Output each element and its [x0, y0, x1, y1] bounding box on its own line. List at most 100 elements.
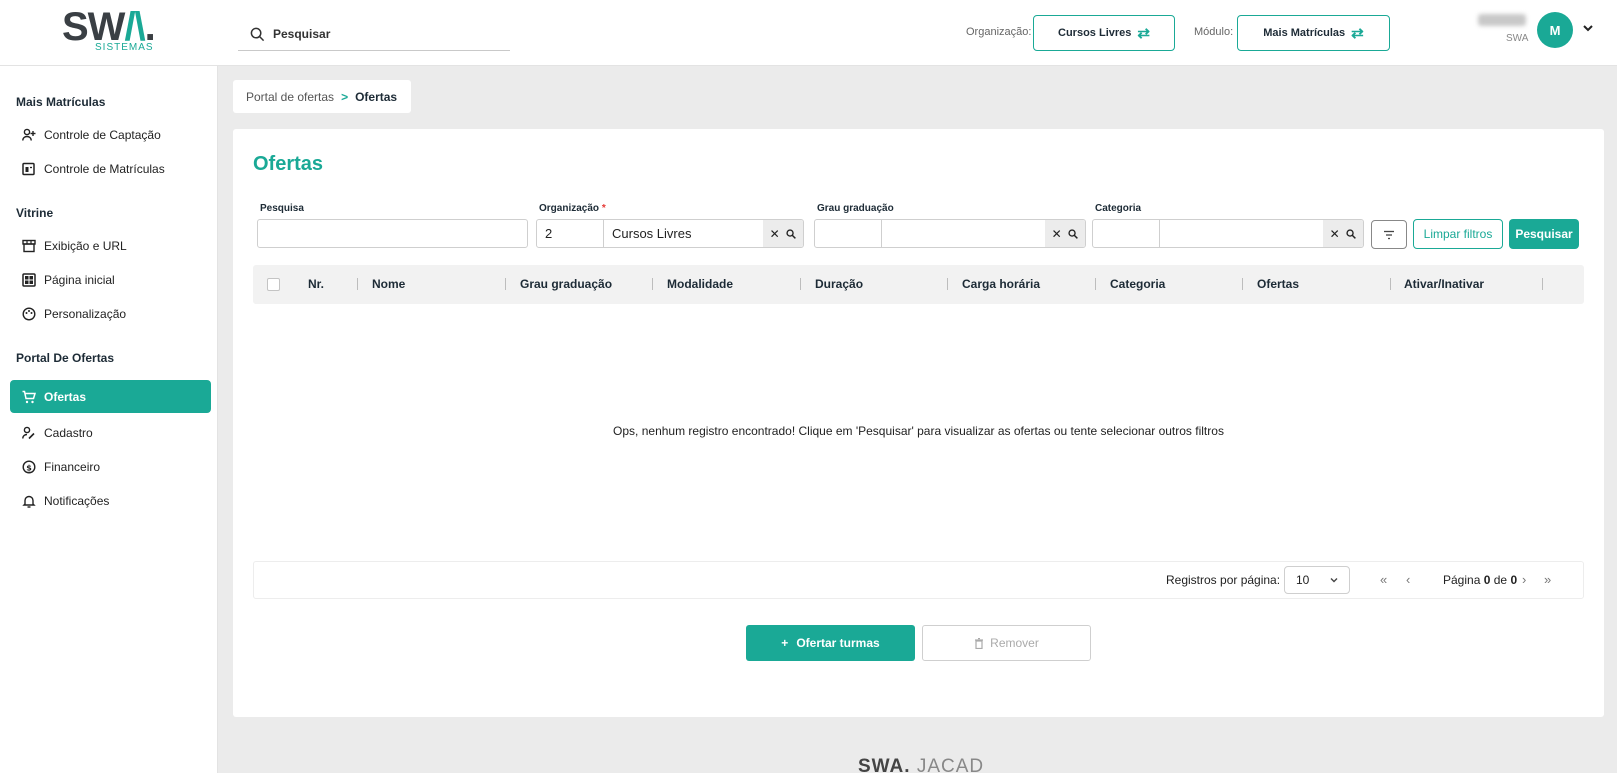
filter-icon	[1384, 230, 1394, 239]
bell-icon	[10, 494, 44, 508]
column-divider	[652, 278, 653, 290]
column-header-modalidade[interactable]: Modalidade	[667, 277, 733, 291]
clear-icon[interactable]: ✕	[1052, 227, 1062, 241]
search-input[interactable]	[273, 27, 493, 41]
search-icon[interactable]	[786, 228, 797, 239]
categoria-code-field[interactable]	[1093, 220, 1160, 247]
section-title-mais-matriculas: Mais Matrículas	[16, 95, 106, 109]
user-avatar[interactable]: M	[1537, 12, 1573, 48]
sidebar-item-pagina-inicial[interactable]: Página inicial	[10, 263, 211, 296]
column-header-nome[interactable]: Nome	[372, 277, 405, 291]
column-divider	[1095, 278, 1096, 290]
chevron-down-icon	[1330, 578, 1338, 583]
column-header-grau[interactable]: Grau graduação	[520, 277, 612, 291]
column-header-carga-horaria[interactable]: Carga horária	[962, 277, 1040, 291]
offer-classes-button[interactable]: + Ofertar turmas	[746, 625, 915, 661]
sidebar-item-label: Cadastro	[44, 425, 93, 440]
swap-icon: ⇄	[1351, 25, 1364, 42]
clear-icon[interactable]: ✕	[770, 227, 780, 241]
column-divider	[1390, 278, 1391, 290]
main-card: Ofertas Pesquisa Organização * 2 Cursos …	[233, 129, 1604, 717]
search-icon[interactable]	[1346, 228, 1357, 239]
organization-name-field[interactable]: Cursos Livres	[604, 220, 763, 247]
advanced-filter-button[interactable]	[1371, 220, 1407, 249]
categoria-lookup[interactable]: ✕	[1092, 219, 1364, 248]
dollar-circle-icon: $	[10, 459, 44, 474]
column-divider	[1242, 278, 1243, 290]
user-organization: SWA	[1506, 33, 1529, 44]
sidebar-item-notificacoes[interactable]: Notificações	[10, 484, 211, 517]
logo-text: SW/\.	[62, 5, 156, 49]
global-search[interactable]	[238, 18, 510, 51]
sidebar-item-financeiro[interactable]: $ Financeiro	[10, 450, 211, 483]
plus-icon: +	[781, 636, 789, 650]
section-title-portal-ofertas: Portal De Ofertas	[16, 351, 115, 365]
per-page-value: 10	[1296, 573, 1310, 587]
grau-filter-label: Grau graduação	[817, 203, 894, 214]
search-filter-input[interactable]	[257, 219, 528, 248]
search-icon[interactable]	[1068, 228, 1079, 239]
user-plus-icon	[10, 128, 44, 142]
organization-filter-label: Organização *	[539, 203, 606, 214]
organization-code-field[interactable]: 2	[537, 220, 604, 247]
sidebar-item-label: Página inicial	[44, 272, 115, 287]
grid-icon	[10, 272, 44, 287]
first-page-icon[interactable]: «	[1380, 572, 1387, 587]
last-page-icon[interactable]: »	[1544, 572, 1551, 587]
search-button[interactable]: Pesquisar	[1509, 219, 1579, 249]
total-pages: 0	[1510, 573, 1518, 587]
column-divider	[505, 278, 506, 290]
required-mark: *	[601, 203, 606, 214]
column-header-categoria[interactable]: Categoria	[1110, 277, 1165, 291]
next-page-icon[interactable]: ›	[1522, 572, 1526, 587]
organization-lookup[interactable]: 2 Cursos Livres ✕	[536, 219, 804, 248]
grau-name-field[interactable]	[882, 220, 1045, 247]
remove-button[interactable]: Remover	[922, 625, 1091, 661]
document-edit-icon	[10, 162, 44, 176]
column-divider	[1542, 278, 1543, 290]
prev-page-icon[interactable]: ‹	[1406, 572, 1410, 587]
column-header-duracao[interactable]: Duração	[815, 277, 863, 291]
pagination-bar: Registros por página: 10 « ‹ Página 0 de…	[253, 561, 1584, 599]
sidebar-item-personalizacao[interactable]: Personalização	[10, 297, 211, 330]
section-title-vitrine: Vitrine	[16, 206, 54, 220]
per-page-select[interactable]: 10	[1284, 566, 1350, 594]
footer-logo: SWA. JACAD	[858, 756, 985, 773]
user-edit-icon	[10, 426, 44, 440]
sidebar-item-label: Notificações	[44, 493, 110, 508]
module-switch-button[interactable]: Mais Matrículas ⇄	[1237, 15, 1390, 51]
trash-icon	[975, 637, 984, 649]
palette-icon	[10, 306, 44, 321]
sidebar-item-label: Exibição e URL	[44, 238, 127, 253]
column-header-ofertas[interactable]: Ofertas	[1257, 277, 1299, 291]
sidebar-item-label: Controle de Captação	[44, 127, 161, 142]
sidebar-item-controle-captacao[interactable]: Controle de Captação	[10, 118, 211, 151]
clear-filters-button[interactable]: Limpar filtros	[1413, 219, 1503, 249]
categoria-name-field[interactable]	[1160, 220, 1323, 247]
sidebar-item-label: Ofertas	[44, 389, 87, 404]
swa-logo[interactable]: SW/\. SISTEMAS	[62, 5, 162, 53]
sidebar-item-controle-matriculas[interactable]: Controle de Matrículas	[10, 152, 211, 185]
select-all-checkbox[interactable]	[267, 278, 280, 291]
organization-switch-button[interactable]: Cursos Livres ⇄	[1033, 15, 1175, 51]
sidebar-item-label: Controle de Matrículas	[44, 161, 165, 176]
column-header-ativar-inativar[interactable]: Ativar/Inativar	[1404, 277, 1484, 291]
column-header-nr[interactable]: Nr.	[308, 277, 324, 291]
breadcrumb-parent[interactable]: Portal de ofertas	[246, 90, 334, 104]
organization-label: Organização:	[966, 26, 1032, 38]
sidebar-item-cadastro[interactable]: Cadastro	[10, 416, 211, 449]
sidebar-item-label: Personalização	[44, 306, 127, 321]
clear-icon[interactable]: ✕	[1330, 227, 1340, 241]
user-name-redacted	[1478, 14, 1526, 26]
grau-lookup[interactable]: ✕	[814, 219, 1086, 248]
chevron-down-icon[interactable]	[1582, 22, 1594, 34]
sidebar-item-exibicao-url[interactable]: Exibição e URL	[10, 229, 211, 262]
svg-text:$: $	[26, 463, 32, 472]
sidebar-item-ofertas[interactable]: Ofertas	[10, 380, 211, 413]
breadcrumb-current: Ofertas	[355, 89, 398, 104]
column-divider	[800, 278, 801, 290]
per-page-label: Registros por página:	[1166, 573, 1281, 587]
grau-code-field[interactable]	[815, 220, 882, 247]
column-divider	[357, 278, 358, 290]
module-label: Módulo:	[1194, 26, 1234, 38]
